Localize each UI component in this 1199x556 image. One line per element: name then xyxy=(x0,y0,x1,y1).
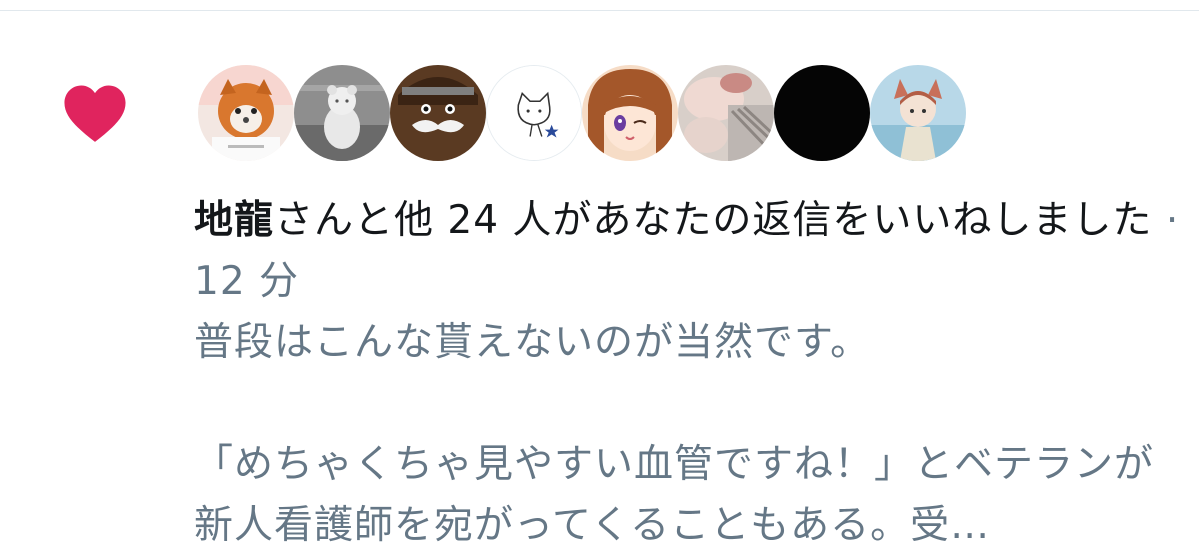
notification-summary: 地龍さんと他 24 人があなたの返信をいいねしました · 12 分 xyxy=(194,190,1184,312)
meta-separator: · xyxy=(1152,198,1180,243)
heart-icon xyxy=(64,85,126,142)
avatar-6[interactable] xyxy=(678,65,774,161)
avatar-4[interactable] xyxy=(486,65,582,161)
avatar-5[interactable] xyxy=(582,65,678,161)
like-notification[interactable]: 地龍さんと他 24 人があなたの返信をいいねしました · 12 分 普段はこんな… xyxy=(0,11,1199,548)
notification-text: 地龍さんと他 24 人があなたの返信をいいねしました · 12 分 普段はこんな… xyxy=(194,190,1184,556)
actor-name[interactable]: 地龍 xyxy=(194,198,274,243)
timestamp: 12 分 xyxy=(194,259,300,304)
avatar-2[interactable] xyxy=(294,65,390,161)
avatar-3[interactable] xyxy=(390,65,486,161)
avatar-1[interactable] xyxy=(198,65,294,161)
tweet-text[interactable]: 普段はこんな貰えないのが当然です。 「めちゃくちゃ見やすい血管ですね！」とベテラ… xyxy=(194,312,1184,556)
avatar-8[interactable] xyxy=(870,65,966,161)
summary-text: さんと他 24 人があなたの返信をいいねしました xyxy=(274,198,1153,243)
avatar-7[interactable] xyxy=(774,65,870,161)
